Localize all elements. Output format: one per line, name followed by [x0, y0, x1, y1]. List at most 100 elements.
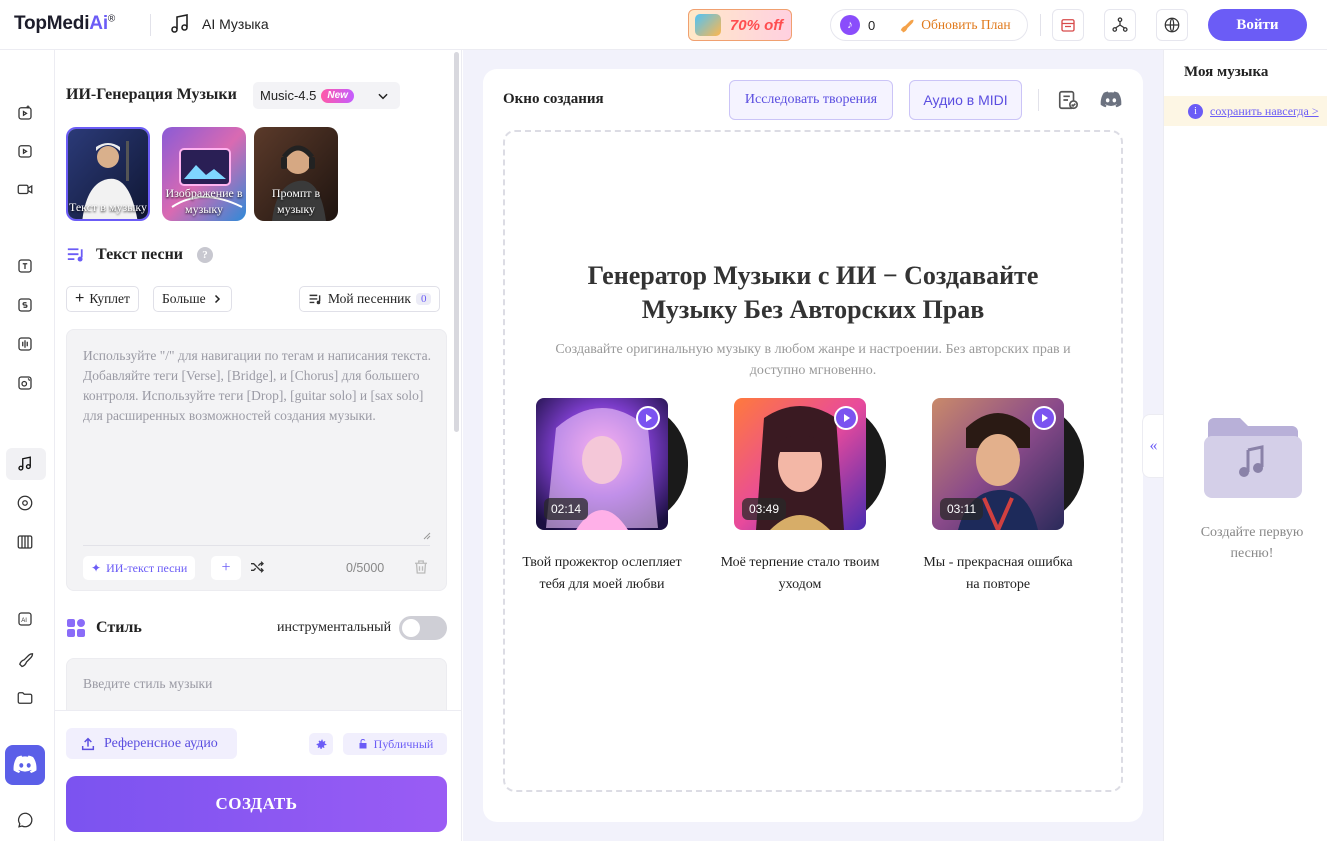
lyrics-heading: Текст песни ?	[66, 246, 213, 264]
resize-handle-icon[interactable]	[423, 532, 431, 540]
discord-icon[interactable]	[5, 745, 45, 785]
divider	[83, 545, 430, 546]
voice-changer-icon[interactable]	[14, 333, 36, 355]
char-count: 0/5000	[346, 561, 385, 575]
play-button[interactable]	[636, 406, 660, 430]
panel-scrollbar[interactable]	[454, 52, 459, 432]
audio-to-midi-button[interactable]: Аудио в MIDI	[909, 80, 1022, 120]
divider	[150, 14, 151, 36]
rocket-icon[interactable]	[14, 648, 36, 670]
mode-image-to-music[interactable]: Изображение в музыку	[162, 127, 246, 221]
music-notes-icon	[171, 14, 188, 33]
empty-state-text: Создайте первую песню!	[1200, 525, 1304, 561]
songbook-icon	[309, 294, 321, 304]
song-title: Твой прожектор ослепляет тебя для моей л…	[522, 555, 682, 592]
task-list-icon[interactable]	[1057, 89, 1079, 111]
song-title: Мы - прекрасная ошибка на повторе	[923, 555, 1073, 592]
creation-window-title: Окно создания	[503, 91, 604, 107]
play-icon	[638, 408, 658, 428]
verse-button[interactable]: + Куплет	[66, 286, 139, 312]
tool-rail: AI	[0, 50, 55, 841]
sparkle-icon: ✦	[91, 560, 102, 575]
reference-audio-button[interactable]: Референсное аудио	[66, 728, 237, 759]
collapse-panel-button[interactable]: «	[1142, 414, 1164, 478]
ai-lyrics-button[interactable]: ✦ ИИ-текст песни	[83, 556, 196, 580]
creation-window: Окно создания Исследовать творения Аудио…	[483, 69, 1143, 822]
style-input[interactable]: Введите стиль музыки	[66, 658, 447, 710]
save-forever-banner: i сохранить навсегда >	[1164, 96, 1327, 126]
piano-icon[interactable]	[14, 531, 36, 553]
help-icon[interactable]: ?	[197, 247, 213, 263]
trash-icon[interactable]	[412, 558, 430, 576]
add-button[interactable]: +	[211, 556, 241, 580]
songbook-count: 0	[415, 293, 432, 305]
svg-text:AI: AI	[21, 618, 27, 624]
text-to-speech-icon[interactable]	[14, 255, 36, 277]
credits-count: 0	[868, 17, 876, 33]
create-button[interactable]: СОЗДАТЬ	[66, 776, 447, 832]
folder-icon[interactable]	[14, 687, 36, 709]
instrumental-label: инструментальный	[277, 620, 392, 635]
plus-icon: +	[221, 559, 231, 576]
generation-panel: ИИ-Генерация Музыки Music-4.5 New Текст …	[55, 50, 462, 841]
chevron-right-icon	[214, 294, 220, 304]
photo-video-icon[interactable]	[14, 140, 36, 162]
share-nodes-icon[interactable]	[1104, 9, 1136, 41]
upgrade-plan-link[interactable]: Обновить План	[897, 16, 1011, 34]
empty-folder-icon	[1204, 418, 1302, 498]
vinyl-icon[interactable]	[14, 492, 36, 514]
chevron-down-icon	[378, 93, 388, 100]
chat-icon[interactable]	[14, 809, 36, 831]
play-button[interactable]	[1032, 406, 1056, 430]
calendar-icon[interactable]	[1052, 9, 1084, 41]
panel-footer: Референсное аудио Публичный СОЗДАТЬ	[55, 710, 461, 841]
speech-to-text-icon[interactable]	[14, 294, 36, 316]
lyrics-list-icon	[67, 248, 83, 262]
logo[interactable]: TopMediAi®	[14, 13, 115, 35]
creation-canvas: Генератор Музыки с ИИ − Создавайте Музык…	[503, 130, 1123, 792]
song-cover[interactable]: 02:14	[536, 398, 668, 530]
music-coin-icon: ♪	[840, 15, 860, 35]
divider	[1038, 89, 1039, 111]
song-duration: 03:11	[940, 498, 984, 520]
discord-icon[interactable]	[1099, 91, 1123, 109]
save-forever-link[interactable]: сохранить навсегда >	[1210, 104, 1319, 119]
hero-title: Генератор Музыки с ИИ − Создавайте Музык…	[587, 261, 1039, 324]
song-duration: 03:49	[742, 498, 787, 520]
lyrics-placeholder: Используйте "/" для навигации по тегам и…	[83, 348, 431, 423]
style-heading: Стиль	[66, 618, 142, 638]
song-cover[interactable]: 03:11	[932, 398, 1064, 530]
visibility-button[interactable]: Публичный	[343, 733, 447, 755]
promo-banner[interactable]: 70% off	[688, 9, 792, 41]
mode-text-to-music[interactable]: Текст в музыку	[66, 127, 150, 221]
panel-title: ИИ-Генерация Музыки	[66, 86, 237, 103]
style-grid-icon	[67, 619, 85, 637]
ai-chip-icon[interactable]: AI	[14, 608, 36, 630]
plus-icon: +	[75, 290, 85, 307]
song-cover[interactable]: 03:49	[734, 398, 866, 530]
songbook-button[interactable]: Мой песенник 0	[299, 286, 441, 312]
mode-prompt-to-music[interactable]: Промпт в музыку	[254, 127, 338, 221]
globe-icon[interactable]	[1156, 9, 1188, 41]
explore-creations-button[interactable]: Исследовать творения	[729, 80, 893, 120]
settings-button[interactable]	[309, 733, 333, 755]
my-music-panel: Моя музыка i сохранить навсегда > Создай…	[1163, 50, 1327, 841]
music-note-icon[interactable]	[14, 453, 36, 475]
credits-pill[interactable]: ♪ 0 Обновить План	[830, 9, 1028, 41]
lyrics-input[interactable]: Используйте "/" для навигации по тегам и…	[66, 329, 447, 591]
upload-icon	[81, 737, 95, 750]
login-button[interactable]: Войти	[1208, 9, 1307, 41]
shuffle-icon[interactable]	[249, 559, 265, 575]
toggle-knob	[402, 619, 420, 637]
image-to-video-icon[interactable]	[14, 102, 36, 124]
model-select[interactable]: Music-4.5 New	[253, 82, 400, 109]
gear-icon	[316, 739, 326, 749]
more-button[interactable]: Больше	[153, 286, 232, 312]
play-button[interactable]	[834, 406, 858, 430]
hero-subtitle: Создавайте оригинальную музыку в любом ж…	[555, 342, 1071, 378]
my-music-title: Моя музыка	[1184, 64, 1269, 80]
instrumental-toggle[interactable]	[399, 616, 447, 640]
video-camera-icon[interactable]	[14, 178, 36, 200]
song-title: Моё терпение стало твоим уходом	[720, 555, 880, 592]
voice-clone-icon[interactable]	[14, 372, 36, 394]
